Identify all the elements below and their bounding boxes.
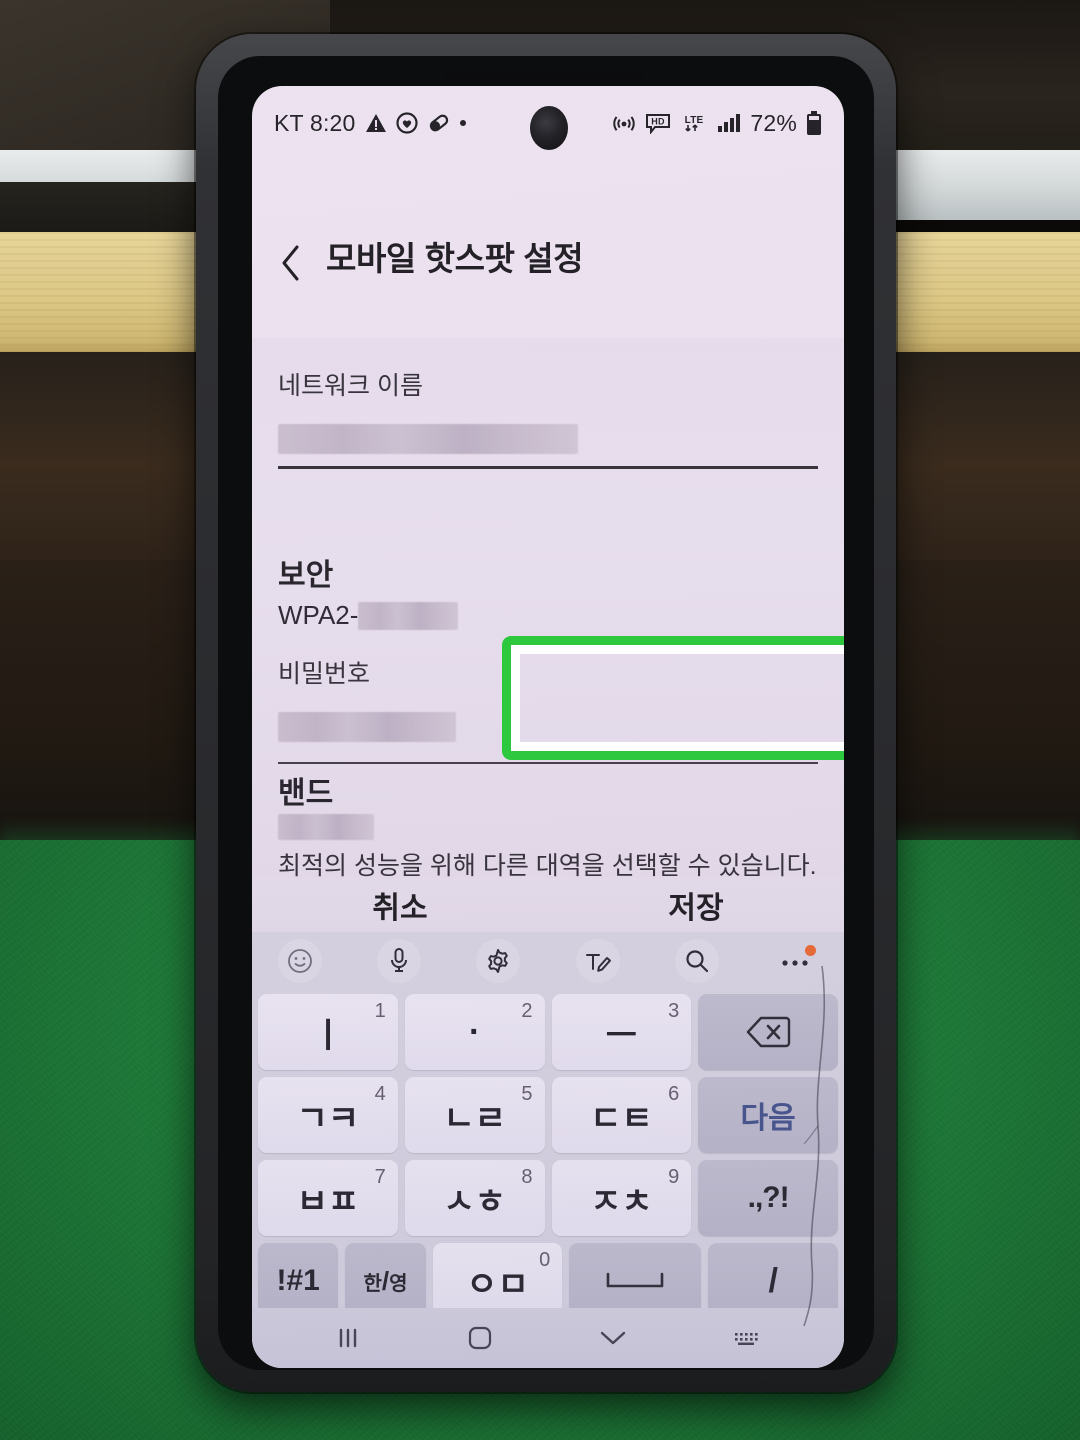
- punctuation-key[interactable]: .,?!: [698, 1160, 838, 1236]
- earpiece-slot: [444, 70, 644, 79]
- security-label: 보안: [278, 559, 334, 592]
- key-main-label: ㄷㅌ: [590, 1099, 653, 1138]
- svg-text:LTE: LTE: [685, 115, 704, 126]
- key-main-label: ·: [468, 1012, 481, 1051]
- next-key-label: 다음: [740, 1102, 796, 1135]
- hotspot-settings-form: 네트워크 이름 보안 WPA2- 비밀번호 밴드 최적의 성능을 위해 다른 대…: [252, 338, 844, 880]
- status-bar-left: KT 8:20: [274, 110, 466, 137]
- band-value-redacted: [278, 814, 374, 840]
- network-name-label: 네트워크 이름: [278, 372, 423, 400]
- korean-keyboard: 1 ㅣ 2 · 3 ㅡ 4 ㄱㅋ 5 ㄴㄹ 6 ㄷㅌ 다음 7 ㅂㅍ 8 ㅅㅎ …: [252, 932, 844, 1322]
- password-value-redacted: [278, 712, 456, 742]
- key-sup-label: 5: [521, 1083, 533, 1105]
- key-sup-label: 3: [668, 1000, 680, 1022]
- key-dot[interactable]: 2 ·: [404, 994, 545, 1070]
- app-bar: 모바일 핫스팟 설정: [252, 206, 844, 306]
- keyboard-toolbar: [252, 932, 844, 990]
- key-nieun-rieul[interactable]: 5 ㄴㄹ: [404, 1077, 545, 1153]
- key-siot-hieut[interactable]: 8 ㅅㅎ: [404, 1160, 545, 1236]
- security-field[interactable]: 보안 WPA2-: [278, 550, 818, 631]
- key-sup-label: 0: [539, 1249, 551, 1271]
- key-sup-label: 2: [521, 1000, 533, 1022]
- dialog-actions: 취소 저장: [252, 878, 844, 932]
- signal-bars-icon: [717, 113, 741, 133]
- security-value-row: WPA2-: [278, 600, 818, 631]
- more-badge-dot: [804, 945, 816, 956]
- emoji-icon[interactable]: [278, 939, 322, 983]
- search-icon[interactable]: [674, 939, 719, 983]
- keyboard-row: 1 ㅣ 2 · 3 ㅡ: [258, 994, 838, 1070]
- symbols-key-label: !#1: [276, 1264, 320, 1297]
- band-field[interactable]: 밴드 최적의 성능을 위해 다른 대역을 선택할 수 있습니다.: [278, 768, 818, 882]
- back-chevron-icon[interactable]: [278, 243, 304, 281]
- recents-icon[interactable]: [335, 1326, 361, 1350]
- security-value-redacted: [358, 601, 459, 630]
- key-main-label: ㅡ: [605, 1016, 638, 1055]
- battery-icon: [806, 111, 822, 135]
- key-sup-label: 7: [374, 1166, 386, 1188]
- chevron-down-icon[interactable]: [599, 1329, 627, 1347]
- key-main-label: ㄴㄹ: [443, 1099, 506, 1138]
- hd-voice-icon: HD: [645, 113, 671, 134]
- phone-screen: KT 8:20 HD LTE 72% 모바일 핫스팟 설정 네트워크 이름 보안…: [252, 86, 844, 1368]
- keyboard-switch-icon[interactable]: [733, 1330, 761, 1346]
- key-sup-label: 8: [521, 1166, 533, 1188]
- password-underline: [278, 762, 818, 764]
- carrier-time-label: KT 8:20: [274, 109, 356, 136]
- keyboard-row: 7 ㅂㅍ 8 ㅅㅎ 9 ㅈㅊ .,?!: [258, 1160, 838, 1236]
- front-camera-icon: [530, 106, 568, 150]
- key-main-label: ㅣ: [312, 1016, 344, 1055]
- band-label: 밴드: [278, 777, 334, 810]
- heart-circle-icon: [395, 112, 418, 134]
- key-sup-label: 4: [374, 1083, 386, 1105]
- status-bar-right: HD LTE 72%: [612, 110, 822, 137]
- keyboard-row: 4 ㄱㅋ 5 ㄴㄹ 6 ㄷㅌ 다음: [258, 1077, 838, 1153]
- battery-percent-label: 72%: [750, 109, 797, 136]
- network-name-field[interactable]: 네트워크 이름: [278, 366, 818, 469]
- key-main-label: ㅇㅁ: [466, 1265, 529, 1304]
- system-nav-bar: [252, 1308, 844, 1368]
- key-bieup-pieup[interactable]: 7 ㅂㅍ: [258, 1160, 398, 1236]
- key-vowel-eu[interactable]: 3 ㅡ: [551, 994, 692, 1070]
- mic-icon[interactable]: [377, 939, 422, 983]
- key-sup-label: 9: [668, 1166, 680, 1188]
- dot-icon: [459, 120, 466, 126]
- key-sup-label: 6: [668, 1083, 680, 1105]
- keyboard-keys: 1 ㅣ 2 · 3 ㅡ 4 ㄱㅋ 5 ㄴㄹ 6 ㄷㅌ 다음 7 ㅂㅍ 8 ㅅㅎ …: [252, 990, 844, 1319]
- security-value-prefix: WPA2-: [278, 600, 359, 630]
- network-name-value-redacted: [278, 424, 578, 454]
- slash-key-label: /: [768, 1261, 778, 1300]
- next-key[interactable]: 다음: [698, 1077, 838, 1153]
- key-giyeok-kieuk[interactable]: 4 ㄱㅋ: [258, 1077, 398, 1153]
- save-button[interactable]: 저장: [548, 883, 844, 927]
- key-main-label: ㅂㅍ: [296, 1182, 360, 1221]
- warning-triangle-icon: [365, 113, 387, 133]
- key-digeut-tieut[interactable]: 6 ㄷㅌ: [551, 1077, 692, 1153]
- phone-device: KT 8:20 HD LTE 72% 모바일 핫스팟 설정 네트워크 이름 보안…: [196, 34, 896, 1392]
- handwriting-icon[interactable]: [575, 939, 620, 983]
- svg-text:HD: HD: [652, 116, 666, 126]
- hotspot-icon: [612, 112, 636, 134]
- capsule-icon: [427, 112, 451, 134]
- language-toggle-label: 한/영: [363, 1266, 408, 1296]
- key-main-label: ㅈㅊ: [590, 1182, 653, 1221]
- key-vowel-i[interactable]: 1 ㅣ: [258, 994, 398, 1070]
- key-main-label: ㅅㅎ: [443, 1182, 506, 1221]
- gear-icon[interactable]: [476, 939, 521, 983]
- cancel-button[interactable]: 취소: [252, 883, 548, 927]
- more-icon[interactable]: [774, 939, 818, 983]
- network-name-underline: [278, 466, 818, 469]
- key-jieut-chieut[interactable]: 9 ㅈㅊ: [551, 1160, 692, 1236]
- key-sup-label: 1: [374, 1000, 386, 1022]
- page-title: 모바일 핫스팟 설정: [326, 240, 584, 277]
- home-icon[interactable]: [467, 1325, 493, 1351]
- password-highlight-box: [502, 636, 844, 760]
- punctuation-key-label: .,?!: [747, 1181, 790, 1214]
- key-main-label: ㄱㅋ: [296, 1099, 360, 1138]
- band-description: 최적의 성능을 위해 다른 대역을 선택할 수 있습니다.: [278, 852, 817, 880]
- backspace-icon[interactable]: [698, 994, 838, 1070]
- lte-icon: LTE: [680, 112, 708, 134]
